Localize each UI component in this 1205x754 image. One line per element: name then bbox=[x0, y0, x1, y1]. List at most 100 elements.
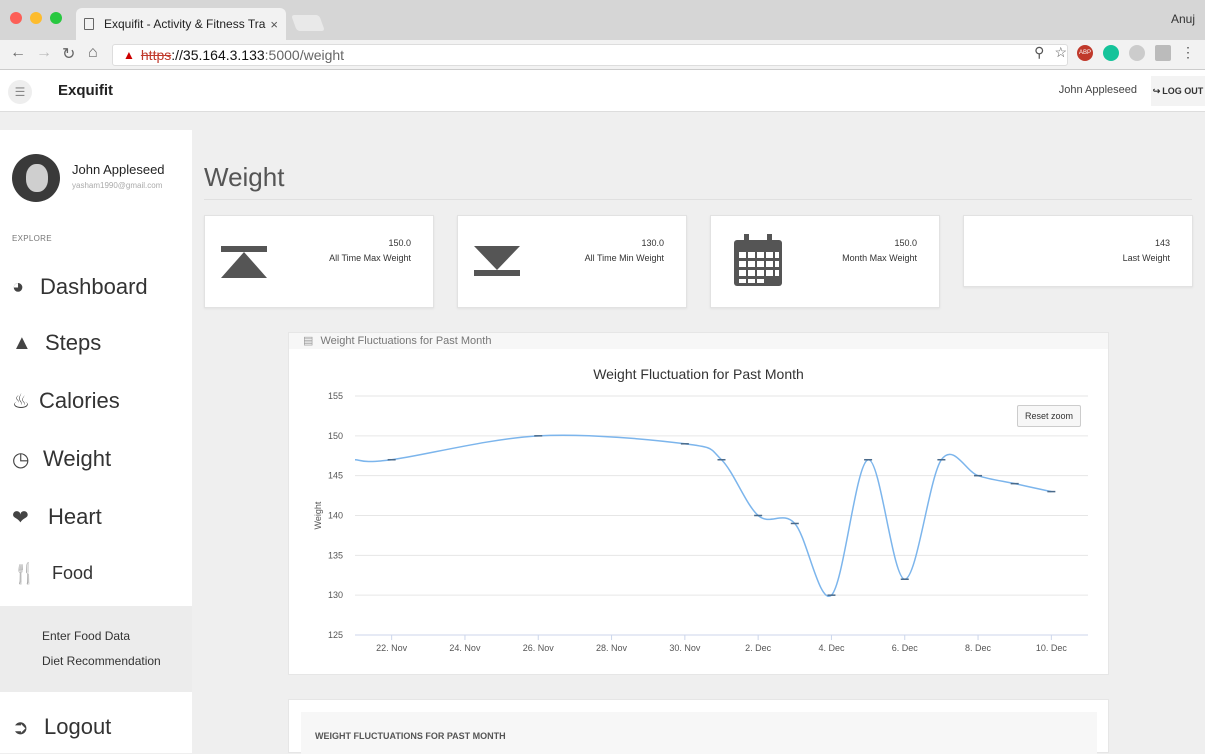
y-tick-label: 145 bbox=[328, 471, 343, 481]
sidebar-section-heading: EXPLORE bbox=[12, 234, 52, 243]
window-controls bbox=[10, 12, 62, 24]
stat-value: 150.0 bbox=[388, 238, 411, 248]
url-path: :5000/weight bbox=[264, 47, 345, 63]
stat-card-last-weight: 143 Last Weight bbox=[963, 215, 1193, 287]
browser-menu-icon[interactable]: ⋮ bbox=[1181, 44, 1195, 61]
address-bar: ← → ↻ ⌂ ▲ https ://35.164.3.133 :5000/we… bbox=[0, 40, 1205, 70]
y-axis-label: Weight bbox=[313, 501, 323, 529]
road-icon: ▲ bbox=[12, 331, 32, 354]
weight-table-panel: WEIGHT FLUCTUATIONS FOR PAST MONTH bbox=[288, 699, 1109, 754]
hamburger-menu-icon[interactable]: ☰ bbox=[8, 80, 32, 104]
app-header: ☰ Exquifit John Appleseed ↪ LOG OUT bbox=[0, 70, 1205, 112]
sidebar-item-label: Steps bbox=[45, 330, 102, 355]
maximize-window-button[interactable] bbox=[50, 12, 62, 24]
sidebar-item-calories[interactable]: ♨ Calories bbox=[12, 388, 120, 414]
sidebar-item-label: Weight bbox=[43, 446, 112, 471]
stat-value: 150.0 bbox=[894, 238, 917, 248]
stat-label: All Time Min Weight bbox=[584, 253, 664, 263]
weight-line-chart[interactable]: 125 130 135 140 145 150 155 22. Nov 24. Nov 26. N… bbox=[289, 333, 1110, 676]
brand-logo[interactable]: Exquifit bbox=[58, 82, 113, 99]
arrow-up-max-icon bbox=[221, 246, 267, 278]
stat-value: 143 bbox=[1154, 238, 1170, 248]
flame-icon: ♨ bbox=[12, 390, 30, 413]
x-tick-label: 6. Dec bbox=[892, 643, 919, 653]
header-logout-button[interactable]: ↪ LOG OUT bbox=[1151, 76, 1205, 106]
sidebar-item-logout[interactable]: ➲ Logout bbox=[12, 714, 111, 740]
url-field[interactable]: ▲ https ://35.164.3.133 :5000/weight bbox=[112, 44, 1068, 66]
sidebar: John Appleseed yasham1990@gmail.com EXPL… bbox=[0, 130, 192, 753]
home-icon[interactable]: ⌂ bbox=[88, 44, 98, 62]
tab-title: Exquifit - Activity & Fitness Tra bbox=[104, 17, 266, 31]
browser-tab[interactable]: Exquifit - Activity & Fitness Tra × bbox=[76, 8, 286, 40]
browser-profile[interactable]: Anuj bbox=[1171, 12, 1195, 26]
sidebar-item-label: Food bbox=[52, 563, 94, 583]
sidebar-item-label: Heart bbox=[48, 504, 102, 529]
arrow-down-min-icon bbox=[474, 246, 520, 276]
stat-label: Month Max Weight bbox=[842, 253, 917, 263]
weight-chart-panel: ▤ Weight Fluctuations for Past Month Wei… bbox=[288, 332, 1109, 675]
logout-icon: ➲ bbox=[12, 716, 29, 739]
forward-icon[interactable]: → bbox=[36, 44, 52, 62]
utensils-icon: 🍴 bbox=[12, 563, 37, 585]
x-tick-label: 30. Nov bbox=[669, 643, 701, 653]
sidebar-item-dashboard[interactable]: ◕ Dashboard bbox=[12, 274, 148, 300]
back-icon[interactable]: ← bbox=[10, 44, 26, 62]
title-divider bbox=[204, 199, 1192, 200]
header-logout-label: LOG OUT bbox=[1162, 86, 1204, 96]
sidebar-item-food[interactable]: 🍴 Food bbox=[12, 561, 93, 586]
sidebar-item-weight[interactable]: ◷ Weight bbox=[12, 446, 111, 472]
grammarly-extension-icon[interactable] bbox=[1103, 44, 1119, 61]
y-tick-label: 155 bbox=[328, 391, 343, 401]
x-tick-label: 10. Dec bbox=[1036, 643, 1068, 653]
bookmark-star-icon[interactable]: ☆ bbox=[1054, 44, 1067, 61]
stat-label: All Time Max Weight bbox=[329, 253, 411, 263]
heart-icon: ❤ bbox=[12, 506, 29, 529]
mail-extension-icon[interactable] bbox=[1155, 44, 1171, 61]
toolbar-right: ⚲ ☆ ABP ⋮ bbox=[1034, 44, 1195, 61]
tab-close-icon[interactable]: × bbox=[270, 17, 278, 32]
y-tick-label: 150 bbox=[328, 431, 343, 441]
scale-icon: ◷ bbox=[12, 448, 30, 471]
sidebar-email: yasham1990@gmail.com bbox=[72, 181, 163, 190]
sidebar-item-label: Dashboard bbox=[40, 274, 148, 299]
x-tick-label: 28. Nov bbox=[596, 643, 628, 653]
submenu-enter-food-data[interactable]: Enter Food Data bbox=[42, 629, 130, 643]
stat-value: 130.0 bbox=[641, 238, 664, 248]
submenu-diet-recommendation[interactable]: Diet Recommendation bbox=[42, 654, 161, 668]
adblock-extension-icon[interactable]: ABP bbox=[1077, 44, 1093, 61]
sidebar-username: John Appleseed bbox=[72, 162, 165, 177]
reload-icon[interactable]: ↻ bbox=[62, 44, 75, 64]
sidebar-item-label: Logout bbox=[44, 714, 112, 739]
sidebar-item-heart[interactable]: ❤ Heart bbox=[12, 504, 102, 530]
url-host: ://35.164.3.133 bbox=[171, 47, 265, 63]
warning-icon: ▲ bbox=[123, 48, 135, 62]
stat-label: Last Weight bbox=[1122, 253, 1170, 263]
header-username[interactable]: John Appleseed bbox=[1059, 84, 1137, 96]
y-tick-label: 140 bbox=[328, 511, 343, 521]
x-tick-label: 4. Dec bbox=[818, 643, 845, 653]
avatar bbox=[12, 154, 60, 202]
x-tick-label: 8. Dec bbox=[965, 643, 992, 653]
x-tick-label: 2. Dec bbox=[745, 643, 772, 653]
x-tick-label: 26. Nov bbox=[523, 643, 555, 653]
url-protocol: https bbox=[140, 47, 172, 63]
sidebar-item-label: Calories bbox=[39, 388, 120, 413]
x-tick-label: 24. Nov bbox=[449, 643, 481, 653]
zoom-icon[interactable]: ⚲ bbox=[1034, 44, 1044, 61]
close-window-button[interactable] bbox=[10, 12, 22, 24]
food-submenu: Enter Food Data Diet Recommendation bbox=[0, 606, 192, 692]
x-tick-label: 22. Nov bbox=[376, 643, 408, 653]
stat-card-month-max: 150.0 Month Max Weight bbox=[710, 215, 940, 308]
y-tick-label: 125 bbox=[328, 630, 343, 640]
gauge-icon: ◕ bbox=[12, 275, 25, 298]
browser-titlebar: Exquifit - Activity & Fitness Tra × Anuj bbox=[0, 0, 1205, 40]
stat-card-max-weight: 150.0 All Time Max Weight bbox=[204, 215, 434, 308]
new-tab-button[interactable] bbox=[291, 15, 325, 31]
y-tick-label: 135 bbox=[328, 550, 343, 560]
drive-extension-icon[interactable] bbox=[1129, 44, 1145, 61]
page-title: Weight bbox=[204, 162, 285, 192]
minimize-window-button[interactable] bbox=[30, 12, 42, 24]
sidebar-item-steps[interactable]: ▲ Steps bbox=[12, 330, 101, 356]
y-tick-label: 130 bbox=[328, 590, 343, 600]
calendar-icon bbox=[734, 234, 782, 286]
